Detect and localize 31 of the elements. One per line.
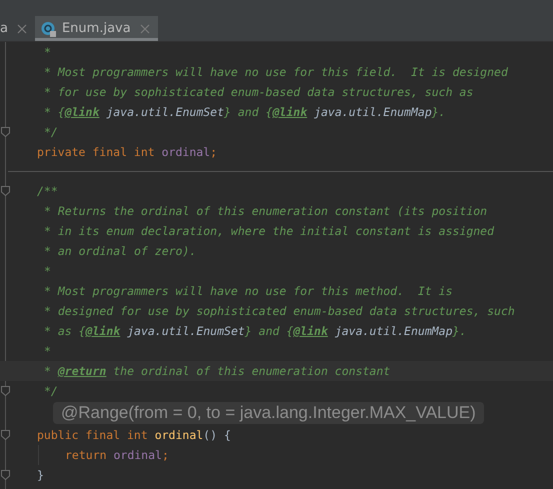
editor-tab[interactable]: Enum.java xyxy=(34,16,158,41)
code-line: } xyxy=(37,468,44,482)
code-line: * Most programmers will have no use for this method. It is xyxy=(44,284,452,298)
code-line: * {@link java.util.EnumSet} and {@link java.util.EnumMap}. xyxy=(44,105,446,119)
fold-icon[interactable] xyxy=(1,127,10,137)
code-line: * as {@link java.util.EnumSet} and {@link java.util.EnumMap}. xyxy=(44,324,466,338)
code-line: */ xyxy=(44,384,58,398)
editor-tab[interactable]: a xyxy=(0,16,35,41)
code-line: * xyxy=(44,264,51,278)
code-line: * xyxy=(44,45,51,59)
close-icon[interactable] xyxy=(140,24,150,34)
fold-icon[interactable] xyxy=(1,186,10,196)
class-icon xyxy=(40,20,57,36)
code-line: private final int ordinal; xyxy=(37,145,218,159)
code-line: */ xyxy=(44,125,58,139)
fold-icon[interactable] xyxy=(1,470,10,480)
code-line: * @return the ordinal of this enumeration constant xyxy=(44,364,390,378)
code-line: * for use by sophisticated enum-based data structures, such as xyxy=(44,85,474,99)
code-line: * xyxy=(44,344,51,358)
annotation-hint: @Range(from = 0, to = java.lang.Integer.MAX_VALUE) xyxy=(53,402,484,424)
code-line: public final int ordinal() { xyxy=(37,428,231,442)
code-line: * in its enum declaration, where the initial constant is assigned xyxy=(44,224,494,238)
code-line: /** xyxy=(37,184,58,198)
code-line: * an ordinal of zero). xyxy=(44,244,196,258)
code-line: * designed for use by sophisticated enum-based data structures, such xyxy=(44,304,515,318)
code-line: * Most programmers will have no use for this field. It is designed xyxy=(44,65,508,79)
code-line: * Returns the ordinal of this enumeration constant (its position xyxy=(44,204,488,218)
close-icon[interactable] xyxy=(16,24,27,34)
fold-icon[interactable] xyxy=(1,386,10,396)
fold-icon[interactable] xyxy=(1,430,10,440)
code-line: return ordinal; xyxy=(65,448,169,462)
